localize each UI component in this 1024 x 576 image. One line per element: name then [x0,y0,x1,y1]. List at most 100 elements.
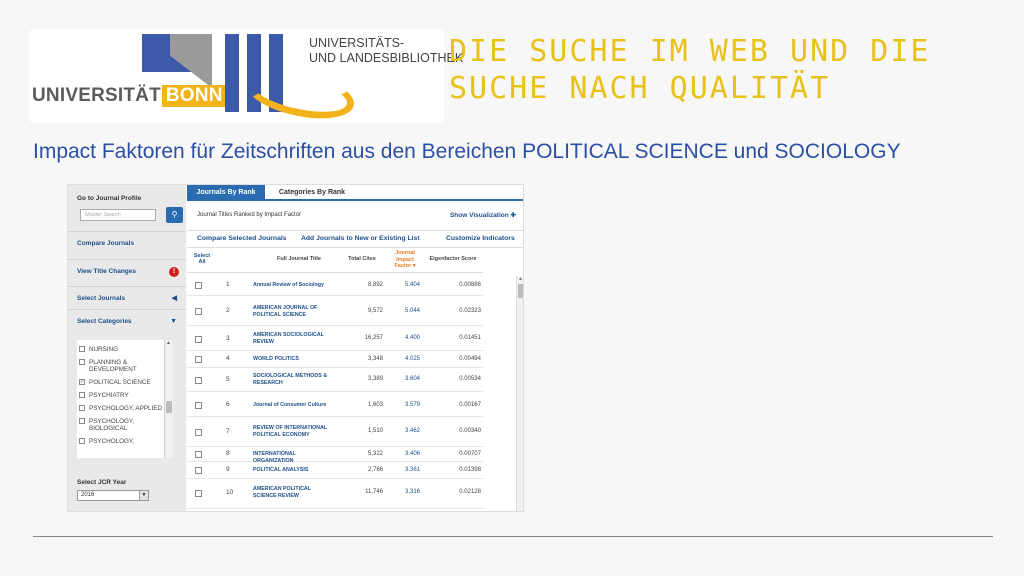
select-categories-toggle[interactable]: Select Categories ▼ [68,309,186,333]
row-impact-factor[interactable]: 5.044 [388,308,420,314]
search-button[interactable]: ⚲ [166,207,183,223]
category-item[interactable]: NURSING [77,346,173,353]
row-checkbox[interactable] [195,467,202,474]
jcr-screenshot: Go to Journal Profile Master Search ⚲ Co… [67,184,524,512]
category-scrollbar[interactable]: ▲ [164,340,173,458]
category-label: PSYCHOLOGY, APPLIED [89,405,163,412]
go-to-profile-label: Go to Journal Profile [77,195,142,202]
row-checkbox[interactable] [195,356,202,363]
jif-header[interactable]: Journal Impact Factor ▾ [388,250,422,270]
slide-title-line2: SUCHE NACH QUALITÄT [449,71,831,106]
category-checkbox[interactable] [79,359,85,365]
customize-indicators-link[interactable]: Customize Indicators [446,235,515,242]
select-all-header[interactable]: Select All [190,253,214,265]
year-select-value: 2016 [81,492,95,498]
journal-title-link[interactable]: REVIEW OF INTERNATIONAL POLITICAL ECONOM… [253,425,335,438]
journal-title-link[interactable]: AMERICAN POLITICAL SCIENCE REVIEW [253,486,335,499]
category-scroll-thumb[interactable] [166,401,172,413]
category-item[interactable]: PSYCHIATRY [77,392,173,399]
row-impact-factor[interactable]: 3.462 [388,428,420,434]
row-impact-factor[interactable]: 3.579 [388,402,420,408]
sort-down-icon: ▾ [412,263,416,269]
category-item[interactable]: PSYCHOLOGY, APPLIED [77,405,173,412]
category-item[interactable]: PSYCHOLOGY, BIOLOGICAL [77,418,173,432]
tab-bar: Journals By Rank Categories By Rank [187,185,523,201]
journal-title-link[interactable]: AMERICAN JOURNAL OF POLITICAL SCIENCE [253,305,335,318]
row-checkbox[interactable] [195,402,202,409]
journal-title-link[interactable]: SOCIOLOGICAL METHODS & RESEARCH [253,373,335,386]
select-journals-toggle[interactable]: Select Journals ◀ [68,286,186,310]
journal-title-link[interactable]: Journal of Consumer Culture [253,402,335,409]
category-item[interactable]: PSYCHOLOGY, [77,438,173,445]
row-checkbox[interactable] [195,429,202,436]
row-checkbox[interactable] [195,336,202,343]
journal-title-link[interactable]: POLITICAL ANALYSIS [253,467,335,474]
category-label: PLANNING & DEVELOPMENT [89,359,137,373]
category-item[interactable]: PLANNING & DEVELOPMENT [77,359,173,373]
table-row: 10 AMERICAN POLITICAL SCIENCE REVIEW 11,… [187,479,483,509]
row-eigenfactor: 0.00707 [459,451,481,457]
tab-journals-by-rank[interactable]: Journals By Rank [187,185,265,201]
search-input[interactable]: Master Search [80,209,156,221]
compare-selected-link[interactable]: Compare Selected Journals [197,235,287,242]
row-eigenfactor: 0.00534 [459,376,481,382]
row-eigenfactor: 0.02323 [459,308,481,314]
row-impact-factor[interactable]: 4.400 [388,335,420,341]
row-checkbox[interactable] [195,282,202,289]
row-eigenfactor: 0.00886 [459,282,481,288]
ulb-logo: UNIVERSITÄTS- UND LANDESBIBLIOTHEK [225,34,463,127]
row-total-cites: 1,603 [367,402,383,408]
row-impact-factor[interactable]: 3.316 [388,489,420,495]
table-row: 9 POLITICAL ANALYSIS 2,766 3.361 0.01398 [187,462,483,479]
select-journals-label: Select Journals [77,295,126,302]
category-checkbox[interactable] [79,438,85,444]
category-checkbox-checked[interactable]: ✓ [79,379,85,385]
university-bonn-logo: UNIVERSITÄT BONN [30,30,227,122]
jcr-main: Journals By Rank Categories By Rank Jour… [187,185,523,511]
total-cites-header[interactable]: Total Cites [342,256,382,262]
row-total-cites: 3,348 [367,356,383,362]
journal-title-link[interactable]: Annual Review of Sociology [253,282,335,289]
row-impact-factor[interactable]: 5.404 [388,282,420,288]
row-checkbox[interactable] [195,308,202,315]
row-checkbox[interactable] [195,490,202,497]
select-year-label: Select JCR Year [77,479,127,486]
tab-categories-by-rank[interactable]: Categories By Rank [269,185,355,201]
category-checkbox[interactable] [79,418,85,424]
category-item[interactable]: ✓ POLITICAL SCIENCE [77,379,173,386]
scroll-up-icon: ▲ [166,340,171,346]
scroll-up-icon: ▲ [518,276,523,282]
category-checkbox[interactable] [79,392,85,398]
row-checkbox[interactable] [195,451,202,458]
add-journals-link[interactable]: Add Journals to New or Existing List [301,235,420,242]
compare-journals-label: Compare Journals [77,240,135,247]
show-visualization-link[interactable]: Show Visualization ✚ [450,211,516,219]
plus-icon: ✚ [510,212,516,219]
eigenfactor-header[interactable]: Eigenfactor Score [425,256,481,262]
jif-header-line3-text: Factor [394,263,412,269]
row-impact-factor[interactable]: 3.406 [388,451,420,457]
header-logos: UNIVERSITÄT BONN UNIVERSITÄTS- UND LANDES… [30,30,463,127]
uni-logo-word: UNIVERSITÄT [32,85,161,106]
ulb-swoosh [241,61,359,127]
journal-title-link[interactable]: WORLD POLITICS [253,356,335,363]
year-select[interactable]: 2016 ▼ [77,490,149,501]
table-row: 3 AMERICAN SOCIOLOGICAL REVIEW 16,257 4.… [187,326,483,351]
journal-title-link[interactable]: AMERICAN SOCIOLOGICAL REVIEW [253,332,335,345]
row-impact-factor[interactable]: 3.361 [388,467,420,473]
table-scrollbar[interactable]: ▲ [516,276,523,511]
row-impact-factor[interactable]: 3.604 [388,376,420,382]
row-rank: 2 [226,307,230,314]
row-impact-factor[interactable]: 4.025 [388,356,420,362]
table-scroll-thumb[interactable] [518,284,523,298]
view-title-changes-link[interactable]: View Title Changes! [68,259,186,283]
category-checkbox[interactable] [79,346,85,352]
table-row: 8 INTERNATIONAL ORGANIZATION 5,322 3.406… [187,447,483,464]
caret-left-icon: ◀ [171,295,177,302]
category-checkbox[interactable] [79,405,85,411]
ulb-text-line1: UNIVERSITÄTS- [309,36,405,50]
compare-journals-link[interactable]: Compare Journals [68,231,186,255]
row-checkbox[interactable] [195,377,202,384]
jcr-sidebar: Go to Journal Profile Master Search ⚲ Co… [68,185,186,511]
full-title-header[interactable]: Full Journal Title [267,256,331,262]
